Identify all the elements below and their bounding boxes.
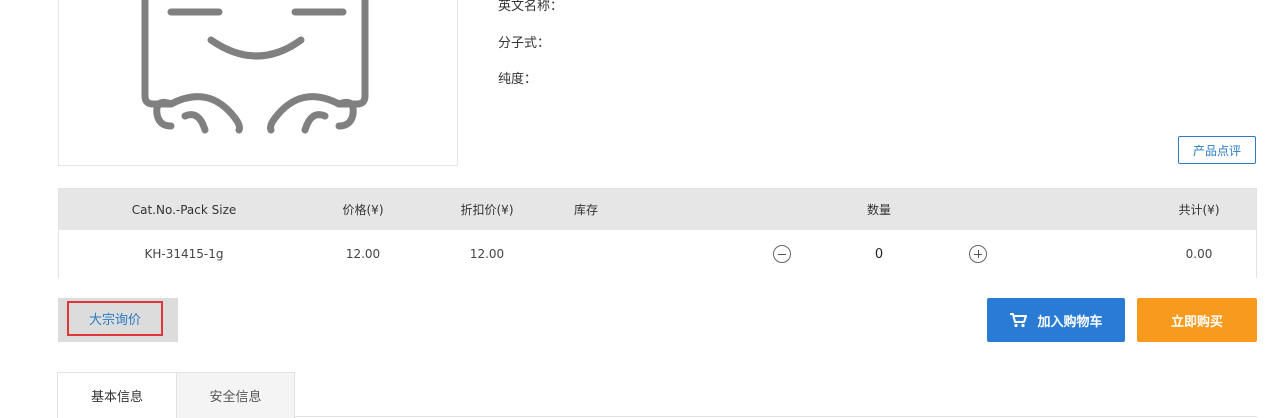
product-detail-page: 英文名称： 分子式： 纯度： 产品点评 Cat.No.-Pack Size 价格… [0, 0, 1272, 418]
cell-stock [556, 230, 616, 278]
decrease-quantity-button[interactable] [773, 245, 791, 263]
header-price: 价格(¥) [342, 203, 384, 217]
buy-now-button[interactable]: 立即购买 [1137, 298, 1257, 342]
bulk-inquiry-button[interactable]: 大宗询价 [67, 301, 163, 336]
placeholder-face-icon [141, 0, 369, 134]
cell-price: 12.00 [345, 247, 381, 261]
header-quantity: 数量 [866, 203, 891, 217]
cell-total: 0.00 [1185, 247, 1213, 261]
header-discount: 折扣价(¥) [460, 203, 514, 217]
table-row: KH-31415-1g 12.00 12.00 0 0.00 [59, 230, 1256, 278]
product-review-button[interactable]: 产品点评 [1178, 136, 1256, 164]
add-to-cart-button[interactable]: 加入购物车 [987, 298, 1125, 342]
header-stock: 库存 [573, 203, 598, 217]
cart-icon [1010, 313, 1028, 328]
pricing-table: Cat.No.-Pack Size 价格(¥) 折扣价(¥) 库存 数量 共计(… [58, 188, 1257, 278]
cell-discount: 12.00 [469, 247, 505, 261]
header-total: 共计(¥) [1178, 203, 1220, 217]
quantity-value[interactable]: 0 [849, 230, 909, 278]
minus-icon [778, 254, 786, 255]
tab-basic-info[interactable]: 基本信息 [57, 372, 177, 418]
bulk-inquiry-container: 大宗询价 [58, 298, 178, 342]
cell-cat-no: KH-31415-1g [144, 247, 224, 261]
add-to-cart-label: 加入购物车 [1037, 314, 1103, 330]
header-cat-no: Cat.No.-Pack Size [131, 202, 237, 217]
increase-quantity-button[interactable] [969, 245, 987, 263]
product-image [58, 0, 458, 166]
purity-label: 纯度： [498, 72, 538, 87]
table-header: Cat.No.-Pack Size 价格(¥) 折扣价(¥) 库存 数量 共计(… [59, 189, 1256, 230]
tab-safety-info[interactable]: 安全信息 [176, 372, 295, 418]
english-name-label: 英文名称： [498, 0, 564, 14]
formula-label: 分子式： [498, 36, 551, 51]
